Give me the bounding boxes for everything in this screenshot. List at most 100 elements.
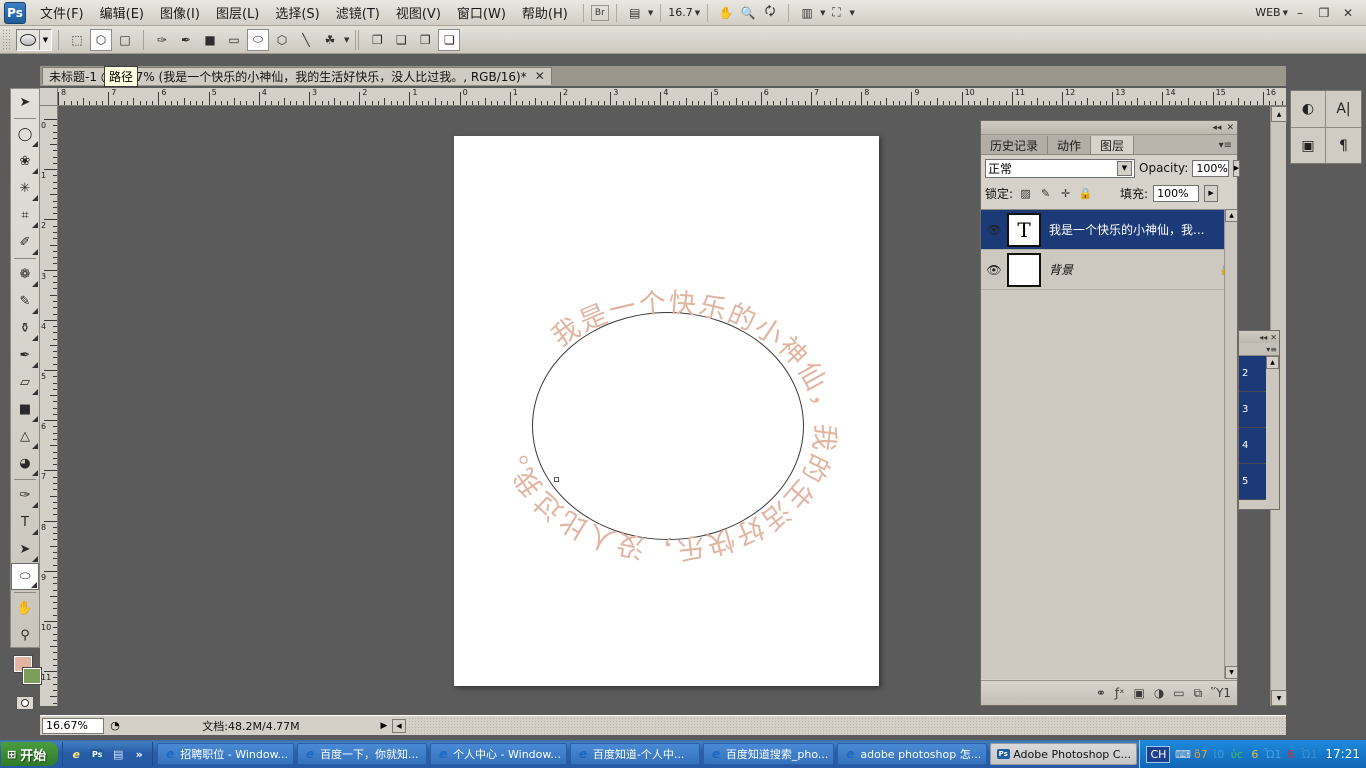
exclude-overlapping-areas[interactable]: ❏	[438, 29, 460, 51]
shape-preset-caret-icon[interactable]: ▼	[39, 30, 51, 50]
network-globe-icon[interactable]: ἱ0	[1211, 747, 1226, 762]
lasso-tool[interactable]: ❀	[11, 148, 39, 175]
ime-indicator[interactable]: CH	[1146, 746, 1170, 763]
tool-flyout-indicator-icon[interactable]	[32, 556, 38, 562]
rounded-rectangle-option[interactable]: ▭	[223, 29, 245, 51]
side-panel-scrollbar[interactable]: ▲	[1266, 356, 1279, 509]
screen-mode-icon[interactable]: ▤	[624, 3, 646, 23]
usb-safely-remove-icon[interactable]: ὐc	[1229, 747, 1244, 762]
tool-flyout-indicator-icon[interactable]	[32, 416, 38, 422]
menu-window[interactable]: 窗口(W)	[449, 0, 514, 26]
workspace-label[interactable]: WEB	[1255, 6, 1280, 19]
tool-flyout-indicator-icon[interactable]	[31, 582, 37, 588]
path-anchor-point[interactable]	[554, 477, 559, 482]
custom-shape-caret-icon[interactable]: ▼	[344, 36, 349, 44]
new-group-button[interactable]: ▭	[1173, 686, 1184, 700]
menu-layer[interactable]: 图层(L)	[208, 0, 267, 26]
layer-thumbnail[interactable]	[1007, 253, 1041, 287]
close-button[interactable]: ✕	[1336, 3, 1360, 23]
ellipse-option[interactable]: ⬭	[247, 29, 269, 51]
layers-scrollbar[interactable]: ▲ ▼	[1224, 209, 1237, 679]
ruler-corner[interactable]	[40, 88, 58, 106]
taskbar-item-gerenzhongxin[interactable]: e 个人中心 - Window...	[430, 743, 567, 765]
blend-mode-caret-icon[interactable]: ▼	[1117, 161, 1132, 176]
paragraph-panel-icon[interactable]: ¶	[1326, 127, 1361, 163]
tool-flyout-indicator-icon[interactable]	[32, 249, 38, 255]
layers-panel-collapse-icon[interactable]: ◂◂	[1212, 123, 1221, 133]
layers-scroll-up-button[interactable]: ▲	[1225, 209, 1238, 222]
add-layer-mask-button[interactable]: ▣	[1133, 686, 1144, 700]
menu-help[interactable]: 帮助(H)	[514, 0, 576, 26]
new-layer-button[interactable]: ⧉	[1194, 686, 1203, 701]
layer-visibility-eye-icon[interactable]: 👁	[981, 263, 1007, 277]
tool-flyout-indicator-icon[interactable]	[32, 222, 38, 228]
fill-slider-icon[interactable]: ▶	[1204, 185, 1218, 202]
taskbar-item-zhaopin[interactable]: e 招聘职位 - Window...	[157, 743, 294, 765]
tool-flyout-indicator-icon[interactable]	[32, 281, 38, 287]
tool-flyout-indicator-icon[interactable]	[32, 529, 38, 535]
lock-position-icon[interactable]: ✛	[1058, 186, 1073, 201]
document-tab-close-icon[interactable]: ✕	[535, 69, 545, 83]
tab-layers[interactable]: 图层	[1091, 136, 1134, 154]
tool-flyout-indicator-icon[interactable]	[32, 502, 38, 508]
screen-mode-caret-icon[interactable]: ▼	[648, 9, 653, 17]
tab-history[interactable]: 历史记录	[981, 136, 1048, 154]
side-panel-menu-icon[interactable]: ▾≡	[1239, 343, 1279, 356]
blur-tool[interactable]: △	[11, 423, 39, 450]
arrange-documents-icon[interactable]: ▥	[796, 3, 818, 23]
start-button[interactable]: ⊞ 开始	[1, 742, 58, 766]
eraser-tool[interactable]: ▱	[11, 369, 39, 396]
vertical-ruler[interactable]: 0 1 2 3 4 5 6 7 8 9 10 11	[40, 106, 58, 706]
signal-warning-icon[interactable]: ὏6	[1247, 747, 1262, 762]
clone-stamp-tool[interactable]: ⚱	[11, 315, 39, 342]
side-panel-close-icon[interactable]: ✕	[1270, 333, 1277, 342]
menu-view[interactable]: 视图(V)	[388, 0, 449, 26]
intersect-path-areas[interactable]: ❒	[414, 29, 436, 51]
scroll-down-button[interactable]: ▼	[1271, 690, 1287, 706]
taskbar-item-photoshop[interactable]: Ps Adobe Photoshop C...	[990, 743, 1137, 765]
custom-shape-option[interactable]: ☘	[319, 29, 341, 51]
history-brush-tool[interactable]: ✒	[11, 342, 39, 369]
rectangle-option[interactable]: ■	[199, 29, 221, 51]
taskbar-item-baidu[interactable]: e 百度一下，你就知...	[297, 743, 427, 765]
lock-image-pixels-icon[interactable]: ✎	[1038, 186, 1053, 201]
quicklaunch-ie-icon[interactable]: e	[67, 745, 85, 763]
status-scroll-left-button[interactable]: ◀	[392, 719, 406, 733]
zoom-level-display[interactable]: 16.7	[668, 6, 693, 19]
tool-flyout-indicator-icon[interactable]	[32, 168, 38, 174]
tool-flyout-indicator-icon[interactable]	[32, 335, 38, 341]
menu-select[interactable]: 选择(S)	[267, 0, 327, 26]
signal-error-icon[interactable]: ὏6	[1283, 747, 1298, 762]
eyedropper-tool[interactable]: ✐	[11, 229, 39, 256]
menu-edit[interactable]: 编辑(E)	[92, 0, 152, 26]
layer-row[interactable]: 👁背景🔒	[981, 250, 1237, 290]
hand-tool-icon[interactable]: ✋	[715, 3, 737, 23]
layer-mask-icon[interactable]: ▣	[1291, 127, 1325, 163]
minimize-button[interactable]: –	[1288, 3, 1312, 23]
scroll-up-button[interactable]: ▲	[1271, 106, 1287, 122]
background-color-swatch[interactable]	[23, 668, 41, 684]
polygon-option[interactable]: ⬡	[271, 29, 293, 51]
tool-flyout-indicator-icon[interactable]	[32, 141, 38, 147]
shape-layers-button[interactable]: ⬚	[66, 29, 88, 51]
path-selection-tool[interactable]: ➤	[11, 536, 39, 563]
quicklaunch-showdesktop-icon[interactable]: ▤	[109, 745, 127, 763]
document-canvas[interactable]: 我是一个快乐的小神仙，我的生活好快乐，没人比过我。	[454, 136, 879, 686]
horizontal-ruler[interactable]: 8 7 6 5 4 3 2 1 0 1 2 3 4 5 6 7 8 9 10 11 12 13 14 15 16	[58, 88, 1286, 106]
keyboard-icon[interactable]: ⌨	[1175, 747, 1190, 762]
tool-flyout-indicator-icon[interactable]	[32, 308, 38, 314]
crop-tool[interactable]: ⌗	[11, 202, 39, 229]
options-bar-grip[interactable]	[2, 29, 10, 51]
opacity-slider-icon[interactable]: ▶	[1233, 160, 1240, 177]
dodge-tool[interactable]: ◕	[11, 450, 39, 477]
magic-wand-tool[interactable]: ✳	[11, 175, 39, 202]
brush-tool[interactable]: ✎	[11, 288, 39, 315]
tab-actions[interactable]: 动作	[1048, 136, 1091, 154]
delete-layer-button[interactable]: Ὕ1	[1211, 686, 1231, 700]
layer-name[interactable]: 我是一个快乐的小神仙，我...	[1041, 221, 1215, 238]
zoom-caret-icon[interactable]: ▼	[695, 9, 700, 17]
tool-flyout-indicator-icon[interactable]	[32, 470, 38, 476]
blend-mode-select[interactable]: 正常 ▼	[985, 159, 1135, 178]
layers-panel-menu-icon[interactable]: ▾≡	[1214, 136, 1237, 154]
horizontal-type-tool[interactable]: T	[11, 509, 39, 536]
